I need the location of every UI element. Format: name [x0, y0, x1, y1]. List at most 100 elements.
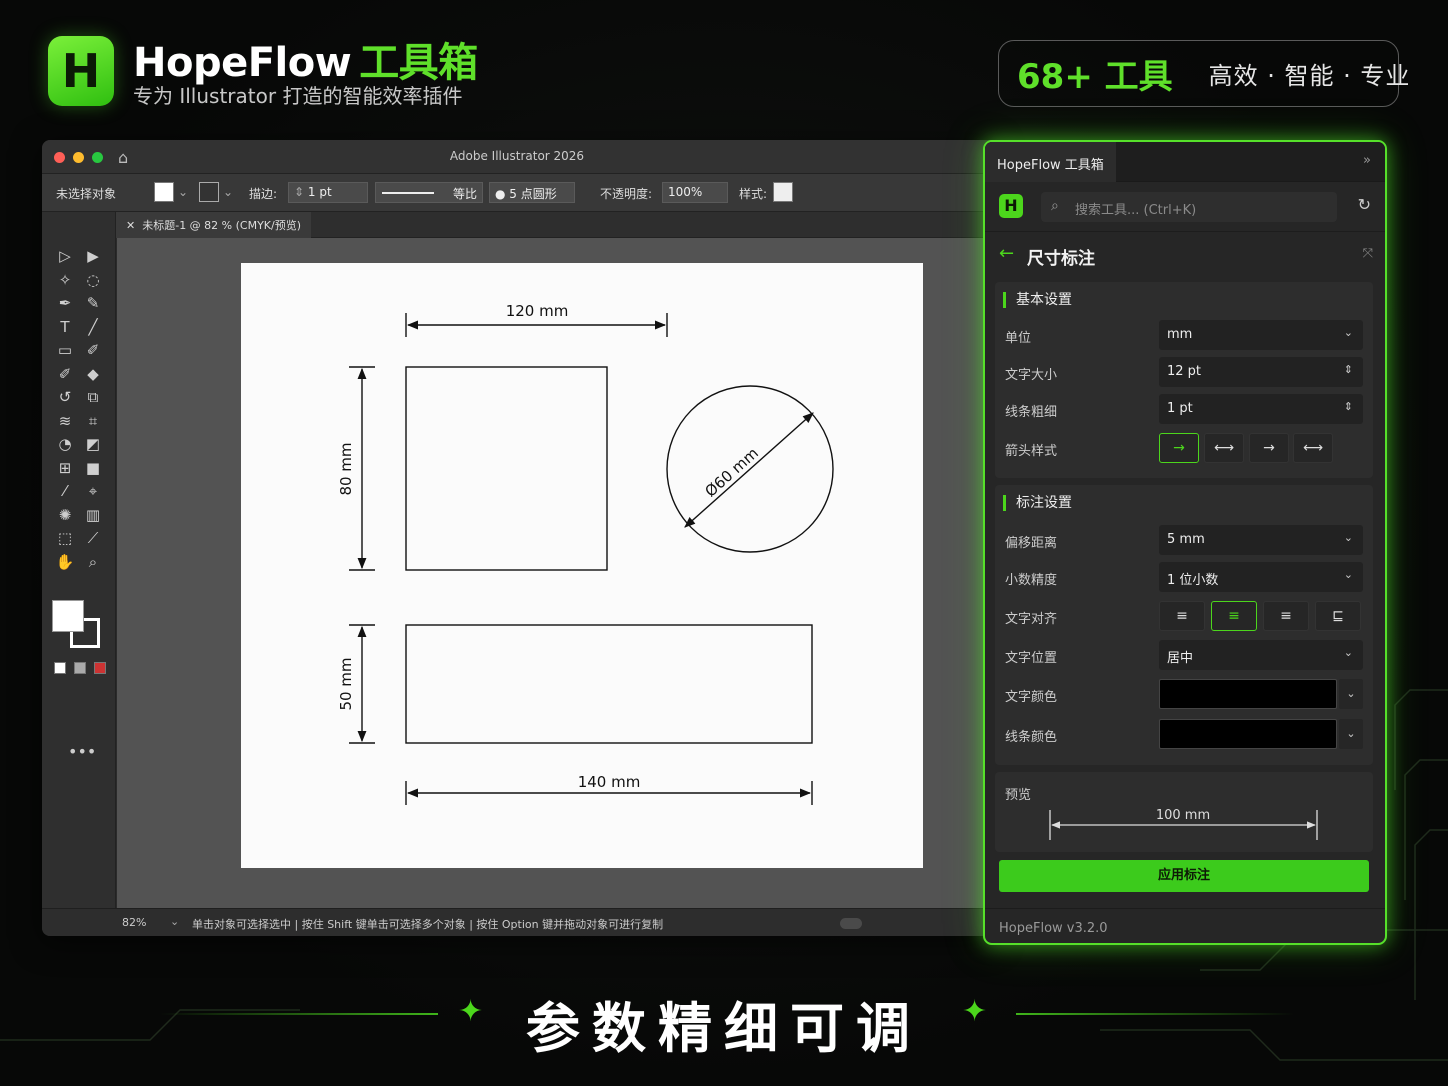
- font-size-row: 文字大小 12 pt ⇕: [995, 357, 1373, 387]
- curvature-tool-icon[interactable]: ✎: [82, 293, 104, 313]
- dimension-label-left-lower[interactable]: 50 mm: [337, 657, 355, 710]
- more-tools-icon[interactable]: •••: [68, 742, 96, 761]
- wide-rectangle-shape[interactable]: [405, 624, 813, 744]
- chevron-down-icon: ⌄: [1343, 326, 1353, 339]
- paintbrush-tool-icon[interactable]: ✐: [82, 340, 104, 360]
- eyedropper-tool-icon[interactable]: ⁄: [54, 481, 76, 501]
- arrow-style-double-thin[interactable]: ⟷: [1293, 433, 1333, 463]
- arrow-style-single-end[interactable]: →: [1159, 433, 1199, 463]
- unit-select[interactable]: mm ⌄: [1159, 320, 1363, 350]
- line-color-chevron-icon[interactable]: ⌄: [1339, 719, 1363, 749]
- promo-canvas: { "brand": { "logo_letter": "H", "name":…: [0, 0, 1448, 1086]
- precision-select[interactable]: 1 位小数 ⌄: [1159, 562, 1363, 592]
- shaper-tool-icon[interactable]: ✐: [54, 364, 76, 384]
- stroke-swatch[interactable]: [199, 182, 219, 202]
- stepper-icon[interactable]: ⇕: [1344, 400, 1353, 413]
- close-tab-icon[interactable]: ✕: [126, 219, 142, 232]
- arrow-style-single[interactable]: →: [1249, 433, 1289, 463]
- panel-tab-bar: HopeFlow 工具箱 »: [985, 142, 1385, 182]
- square-shape[interactable]: [405, 366, 608, 571]
- scroll-thumb[interactable]: [840, 918, 862, 929]
- column-graph-tool-icon[interactable]: ▥: [82, 505, 104, 525]
- fill-color-swatch[interactable]: [52, 600, 84, 632]
- refresh-icon[interactable]: ↻: [1358, 195, 1371, 214]
- offset-select[interactable]: 5 mm ⌄: [1159, 525, 1363, 555]
- color-mode-icon[interactable]: [54, 662, 66, 674]
- blend-tool-icon[interactable]: ⌖: [82, 481, 104, 501]
- preview-dimension: 100 mm: [1049, 808, 1318, 840]
- rotate-tool-icon[interactable]: ↺: [54, 387, 76, 407]
- lasso-tool-icon[interactable]: ◌: [82, 270, 104, 290]
- text-color-swatch[interactable]: [1159, 679, 1337, 709]
- gradient-mode-icon[interactable]: [74, 662, 86, 674]
- font-size-stepper[interactable]: 12 pt ⇕: [1159, 357, 1363, 387]
- arrow-style-double[interactable]: ⟷: [1204, 433, 1244, 463]
- align-left-button[interactable]: ≡: [1159, 601, 1205, 631]
- stepper-icon[interactable]: ⇕: [1344, 363, 1353, 376]
- precision-row: 小数精度 1 位小数 ⌄: [995, 562, 1373, 592]
- scale-tool-icon[interactable]: ⧉: [82, 387, 104, 407]
- type-tool-icon[interactable]: T: [54, 317, 76, 337]
- search-row: H ⌕ 搜索工具... (Ctrl+K) ↻: [985, 182, 1385, 232]
- fill-chevron-icon[interactable]: ⌄: [178, 185, 188, 199]
- symbol-sprayer-tool-icon[interactable]: ✺: [54, 505, 76, 525]
- page-title: 尺寸标注: [1027, 249, 1095, 269]
- zoom-chevron-icon[interactable]: ⌄: [170, 915, 179, 928]
- text-position-select[interactable]: 居中 ⌄: [1159, 640, 1363, 670]
- direct-selection-tool-icon[interactable]: ▶: [82, 246, 104, 266]
- text-color-chevron-icon[interactable]: ⌄: [1339, 679, 1363, 709]
- perspective-tool-icon[interactable]: ◩: [82, 434, 104, 454]
- chevron-down-icon: ⌄: [1343, 568, 1353, 581]
- graphic-style-swatch[interactable]: [773, 182, 793, 202]
- align-justify-button[interactable]: ⊑: [1315, 601, 1361, 631]
- align-right-button[interactable]: ≡: [1263, 601, 1309, 631]
- zoom-level[interactable]: 82%: [122, 916, 146, 929]
- line-tool-icon[interactable]: ╱: [82, 317, 104, 337]
- brush-definition[interactable]: ● 5 点圆形: [489, 182, 575, 203]
- eraser-tool-icon[interactable]: ◆: [82, 364, 104, 384]
- unpin-icon[interactable]: ⤧: [1363, 246, 1373, 261]
- version-label: HopeFlow v3.2.0: [985, 908, 1385, 943]
- dimension-line-circle[interactable]: [684, 412, 814, 528]
- artboard-tool-icon[interactable]: ⬚: [54, 528, 76, 548]
- selection-tool-icon[interactable]: ▷: [54, 246, 76, 266]
- pen-tool-icon[interactable]: ✒: [54, 293, 76, 313]
- rectangle-tool-icon[interactable]: ▭: [54, 340, 76, 360]
- tab-document[interactable]: ✕ 未标题-1 @ 82 % (CMYK/预览): [116, 212, 312, 238]
- text-position-row: 文字位置 居中 ⌄: [995, 640, 1373, 670]
- magic-wand-tool-icon[interactable]: ✧: [54, 270, 76, 290]
- gradient-tool-icon[interactable]: ■: [82, 458, 104, 478]
- mesh-tool-icon[interactable]: ⊞: [54, 458, 76, 478]
- zoom-tool-icon[interactable]: ⌕: [82, 552, 104, 572]
- dimension-label-circle[interactable]: Ø60 mm: [701, 444, 761, 501]
- stroke-chevron-icon[interactable]: ⌄: [223, 185, 233, 199]
- variable-width-profile[interactable]: 等比: [375, 182, 483, 203]
- arrow-style-row: 箭头样式 → ⟷ → ⟷: [995, 433, 1373, 463]
- dimension-label-bottom[interactable]: 140 mm: [578, 773, 641, 791]
- opacity-field[interactable]: 100%: [662, 182, 728, 203]
- collapse-panel-icon[interactable]: »: [1363, 153, 1371, 168]
- preview-label: 预览: [1005, 788, 1032, 803]
- slice-tool-icon[interactable]: ⟋: [82, 528, 104, 548]
- sparkle-icon: ✦: [962, 994, 988, 1029]
- tool-search-input[interactable]: ⌕ 搜索工具... (Ctrl+K): [1041, 192, 1337, 222]
- panel-tab[interactable]: HopeFlow 工具箱: [985, 142, 1116, 182]
- width-tool-icon[interactable]: ≋: [54, 411, 76, 431]
- free-transform-tool-icon[interactable]: ⌗: [82, 411, 104, 431]
- fill-swatch[interactable]: [154, 182, 174, 202]
- dimension-label-top[interactable]: 120 mm: [506, 302, 569, 320]
- shape-builder-tool-icon[interactable]: ◔: [54, 434, 76, 454]
- back-arrow-icon[interactable]: ←: [999, 243, 1014, 264]
- apply-dimension-button[interactable]: 应用标注: [999, 860, 1369, 892]
- artboard[interactable]: 120 mm 80 mm Ø60 mm 50 mm 140 mm: [241, 263, 923, 868]
- stroke-weight-field[interactable]: ⇕ 1 pt: [288, 182, 368, 203]
- align-center-button[interactable]: ≡: [1211, 601, 1257, 631]
- hand-tool-icon[interactable]: ✋: [54, 552, 76, 572]
- section-title-dimension: 标注设置: [1003, 495, 1072, 511]
- canvas-area[interactable]: 120 mm 80 mm Ø60 mm 50 mm 140 mm: [117, 238, 992, 908]
- dimension-label-left-upper[interactable]: 80 mm: [337, 442, 355, 495]
- line-color-swatch[interactable]: [1159, 719, 1337, 749]
- none-mode-icon[interactable]: [94, 662, 106, 674]
- line-weight-stepper[interactable]: 1 pt ⇕: [1159, 394, 1363, 424]
- preview-value: 100 mm: [1156, 808, 1210, 823]
